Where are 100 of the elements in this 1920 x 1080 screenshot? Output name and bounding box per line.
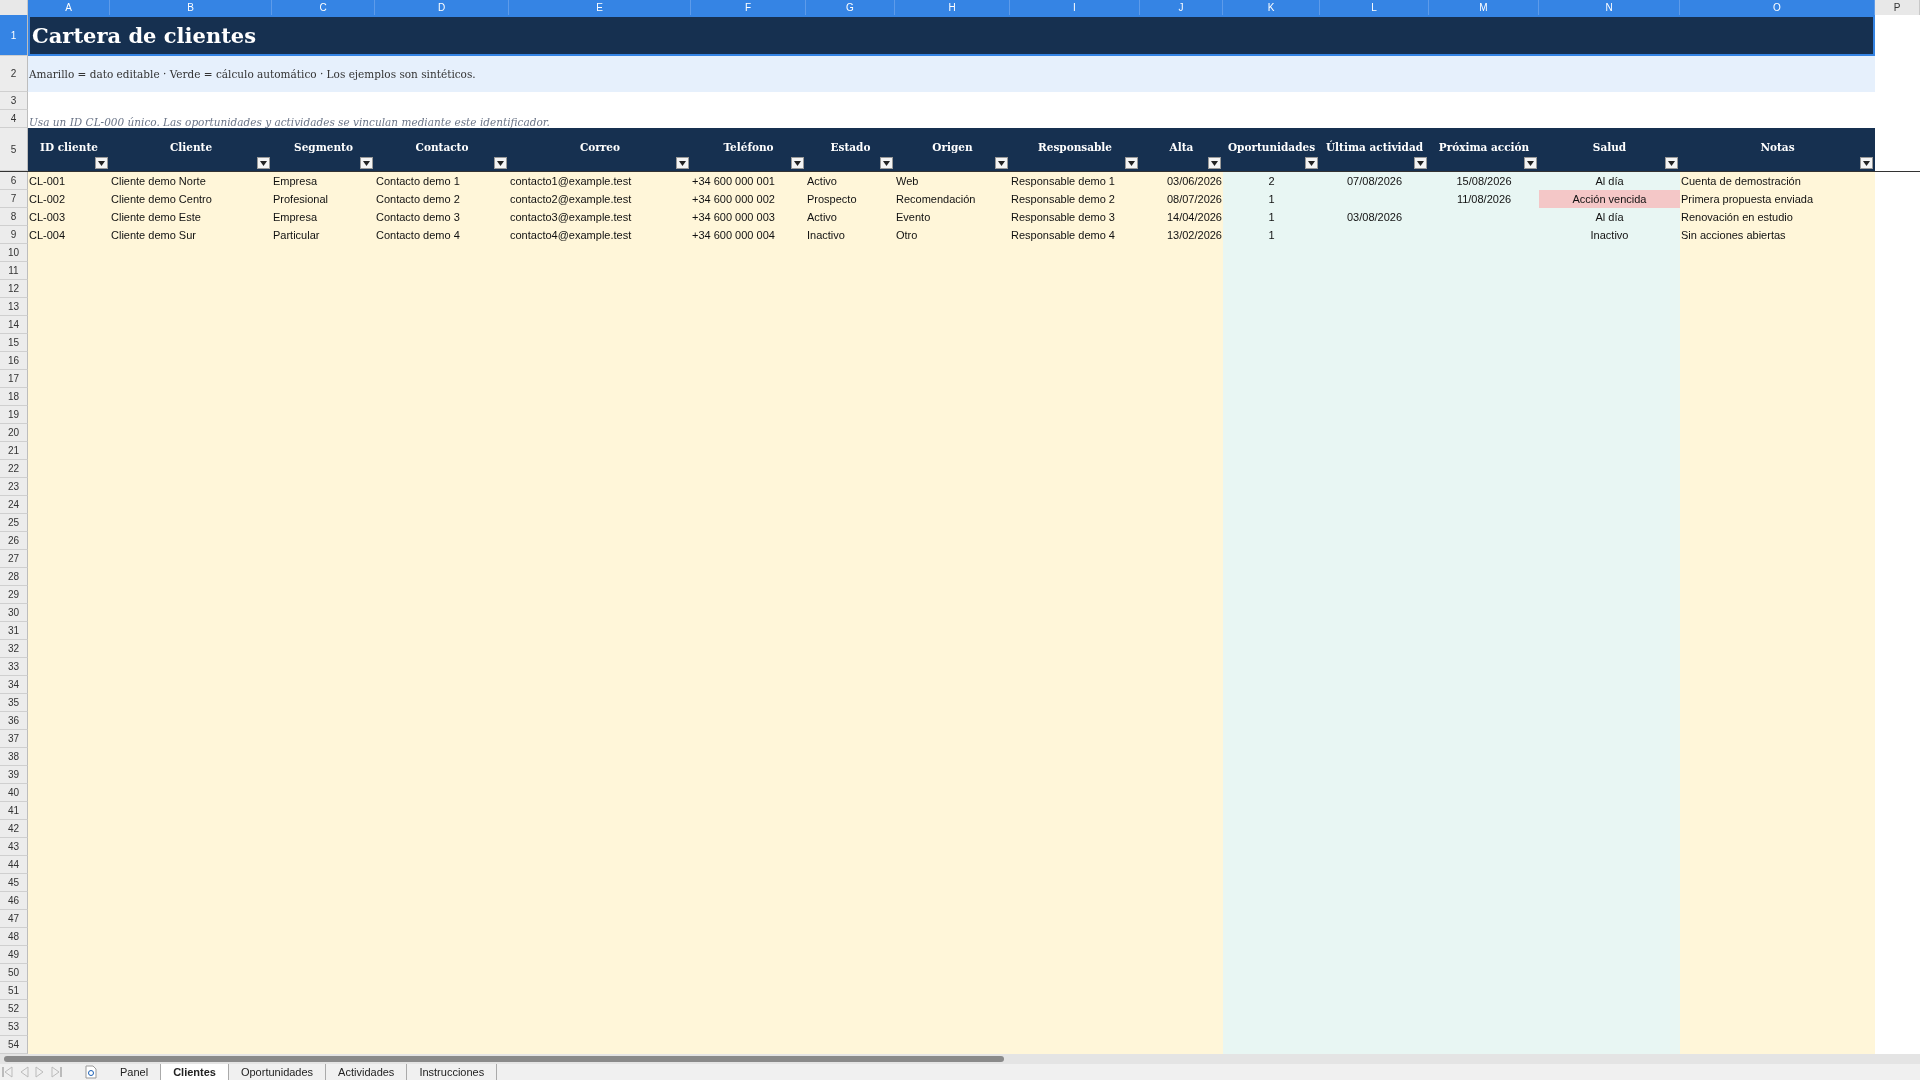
row-header[interactable]: 25: [0, 514, 28, 532]
scrollbar-thumb[interactable]: [4, 1056, 1004, 1062]
column-header[interactable]: F: [691, 0, 806, 15]
row-header[interactable]: 5: [0, 128, 28, 171]
column-header[interactable]: D: [375, 0, 509, 15]
column-header[interactable]: E: [509, 0, 691, 15]
column-header[interactable]: G: [806, 0, 895, 15]
column-header[interactable]: I: [1010, 0, 1140, 15]
row-header[interactable]: 18: [0, 388, 28, 406]
row-header[interactable]: 20: [0, 424, 28, 442]
add-sheet-button[interactable]: [84, 1065, 98, 1079]
row-header[interactable]: 4: [0, 110, 28, 128]
row-header[interactable]: 42: [0, 820, 28, 838]
row-header[interactable]: 24: [0, 496, 28, 514]
row-header[interactable]: 28: [0, 568, 28, 586]
row-header[interactable]: 16: [0, 352, 28, 370]
row-header[interactable]: 45: [0, 874, 28, 892]
row-header[interactable]: 3: [0, 92, 28, 110]
row-header[interactable]: 50: [0, 964, 28, 982]
row-header[interactable]: 29: [0, 586, 28, 604]
table-cell-text: Contacto demo 4: [375, 228, 461, 243]
column-header[interactable]: C: [272, 0, 375, 15]
row-header[interactable]: 39: [0, 766, 28, 784]
row-header[interactable]: 19: [0, 406, 28, 424]
table-cell-text: +34 600 000 004: [691, 228, 776, 243]
row-header[interactable]: 36: [0, 712, 28, 730]
filter-button[interactable]: [995, 157, 1008, 169]
filter-button[interactable]: [95, 157, 108, 169]
caret-icon: [1527, 160, 1534, 166]
filter-button[interactable]: [1125, 157, 1138, 169]
row-header[interactable]: 22: [0, 460, 28, 478]
column-header[interactable]: K: [1223, 0, 1320, 15]
row-header[interactable]: 37: [0, 730, 28, 748]
row-header[interactable]: 43: [0, 838, 28, 856]
column-header[interactable]: P: [1875, 0, 1920, 15]
caret-icon: [679, 160, 686, 166]
column-title: Contacto: [375, 128, 509, 171]
row-header[interactable]: 35: [0, 694, 28, 712]
row-header[interactable]: 53: [0, 1018, 28, 1036]
column-header[interactable]: L: [1320, 0, 1429, 15]
row-header[interactable]: 44: [0, 856, 28, 874]
filter-button[interactable]: [1860, 157, 1873, 169]
column-header[interactable]: M: [1429, 0, 1539, 15]
row-header[interactable]: 54: [0, 1036, 28, 1054]
row-header[interactable]: 46: [0, 892, 28, 910]
filter-button[interactable]: [1414, 157, 1427, 169]
row-header[interactable]: 47: [0, 910, 28, 928]
row-header[interactable]: 33: [0, 658, 28, 676]
column-header[interactable]: N: [1539, 0, 1680, 15]
filter-button[interactable]: [791, 157, 804, 169]
row-header[interactable]: 17: [0, 370, 28, 388]
sheet-tab[interactable]: Actividades: [326, 1064, 408, 1080]
filter-button[interactable]: [1305, 157, 1318, 169]
row-header[interactable]: 13: [0, 298, 28, 316]
filter-button[interactable]: [257, 157, 270, 169]
row-header[interactable]: 48: [0, 928, 28, 946]
table-cell-text: 1: [1267, 210, 1276, 225]
column-header[interactable]: A: [28, 0, 110, 15]
row-header[interactable]: 31: [0, 622, 28, 640]
row-header[interactable]: 32: [0, 640, 28, 658]
row-header[interactable]: 9: [0, 226, 28, 244]
row-header[interactable]: 12: [0, 280, 28, 298]
row-header[interactable]: 2: [0, 56, 28, 92]
row-header[interactable]: 27: [0, 550, 28, 568]
row-header[interactable]: 21: [0, 442, 28, 460]
filter-button[interactable]: [676, 157, 689, 169]
row-header[interactable]: 10: [0, 244, 28, 262]
filter-button[interactable]: [1524, 157, 1537, 169]
row-header[interactable]: 41: [0, 802, 28, 820]
row-header[interactable]: 23: [0, 478, 28, 496]
row-header[interactable]: 8: [0, 208, 28, 226]
sheet-tab[interactable]: Clientes: [161, 1064, 229, 1080]
row-header[interactable]: 51: [0, 982, 28, 1000]
filter-button[interactable]: [360, 157, 373, 169]
table-cell-text: contacto2@example.test: [509, 192, 633, 207]
row-header[interactable]: 52: [0, 1000, 28, 1018]
caret-icon: [363, 160, 370, 166]
sheet-tab[interactable]: Instrucciones: [407, 1064, 498, 1080]
column-header[interactable]: B: [110, 0, 272, 15]
row-header[interactable]: 34: [0, 676, 28, 694]
filter-button[interactable]: [1208, 157, 1221, 169]
column-header[interactable]: H: [895, 0, 1010, 15]
row-header[interactable]: 11: [0, 262, 28, 280]
row-header[interactable]: 15: [0, 334, 28, 352]
row-header[interactable]: 14: [0, 316, 28, 334]
row-header[interactable]: 49: [0, 946, 28, 964]
row-header[interactable]: 26: [0, 532, 28, 550]
table-cell-text: Prospecto: [806, 192, 858, 207]
row-header[interactable]: 1: [0, 15, 28, 56]
column-header[interactable]: J: [1140, 0, 1223, 15]
row-header[interactable]: 7: [0, 190, 28, 208]
column-header[interactable]: O: [1680, 0, 1875, 15]
row-header[interactable]: 40: [0, 784, 28, 802]
filter-button[interactable]: [1665, 157, 1678, 169]
row-header[interactable]: 30: [0, 604, 28, 622]
row-header[interactable]: 38: [0, 748, 28, 766]
row-header[interactable]: 6: [0, 172, 28, 190]
sheet-tab[interactable]: Oportunidades: [228, 1064, 327, 1080]
filter-button[interactable]: [494, 157, 507, 169]
filter-button[interactable]: [880, 157, 893, 169]
